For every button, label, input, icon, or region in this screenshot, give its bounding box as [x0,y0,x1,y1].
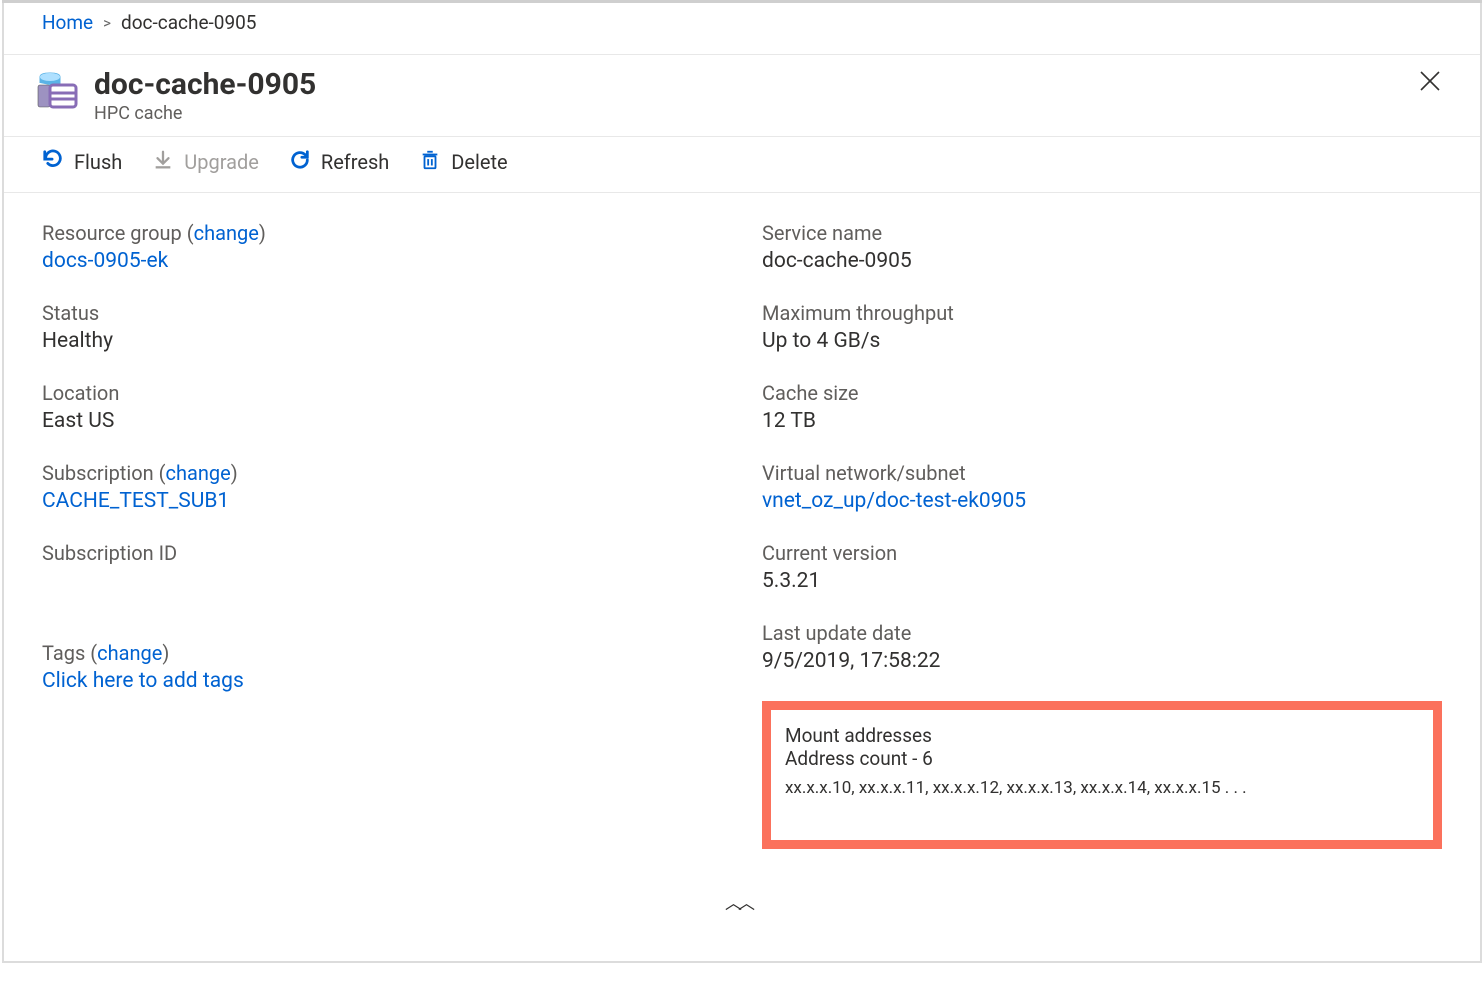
essentials-left-column: Resource group (change) docs-0905-ek Sta… [42,221,722,849]
subscription-field: Subscription (change) CACHE_TEST_SUB1 [42,461,722,513]
subscription-value-link[interactable]: CACHE_TEST_SUB1 [42,489,229,513]
delete-icon [419,149,441,176]
last-update-value: 9/5/2019, 17:58:22 [762,649,1442,673]
upgrade-label: Upgrade [184,150,259,174]
maximum-throughput-field: Maximum throughput Up to 4 GB/s [762,301,1442,353]
last-update-field: Last update date 9/5/2019, 17:58:22 [762,621,1442,673]
delete-label: Delete [451,150,507,174]
virtual-network-value-link[interactable]: vnet_oz_up/doc-test-ek0905 [762,489,1026,513]
chevron-right-icon: > [103,14,111,32]
mount-addresses-label: Mount addresses [785,724,1415,747]
flush-icon [42,149,64,176]
delete-button[interactable]: Delete [419,149,507,176]
breadcrumb: Home > doc-cache-0905 [4,3,1480,55]
add-tags-link[interactable]: Click here to add tags [42,669,244,693]
essentials-right-column: Service name doc-cache-0905 Maximum thro… [762,221,1442,849]
location-value: East US [42,409,722,433]
close-button[interactable] [1418,69,1442,98]
subscription-id-label: Subscription ID [42,541,722,565]
refresh-label: Refresh [321,150,389,174]
flush-button[interactable]: Flush [42,149,122,176]
cache-size-label: Cache size [762,381,1442,405]
current-version-value: 5.3.21 [762,569,1442,593]
page-header: doc-cache-0905 HPC cache [4,55,1480,137]
collapse-essentials-toggle[interactable]: ︿︿ [4,889,1480,914]
flush-label: Flush [74,150,122,174]
breadcrumb-home-link[interactable]: Home [42,11,93,34]
status-field: Status Healthy [42,301,722,353]
tags-field: Tags (change) Click here to add tags [42,641,722,693]
page-subtitle: HPC cache [94,103,1418,124]
chevron-up-icon: ︿ [738,894,759,914]
maximum-throughput-label: Maximum throughput [762,301,1442,325]
cache-size-value: 12 TB [762,409,1442,433]
tags-label: Tags [42,641,85,665]
status-label: Status [42,301,722,325]
subscription-id-field: Subscription ID [42,541,722,565]
mount-addresses-list: xx.x.x.10, xx.x.x.11, xx.x.x.12, xx.x.x.… [785,778,1415,798]
breadcrumb-current: doc-cache-0905 [121,11,256,34]
resource-group-value-link[interactable]: docs-0905-ek [42,249,168,273]
service-name-field: Service name doc-cache-0905 [762,221,1442,273]
location-field: Location East US [42,381,722,433]
overview-essentials: Resource group (change) docs-0905-ek Sta… [4,203,1480,849]
page-title: doc-cache-0905 [94,69,1418,101]
page-container: Home > doc-cache-0905 doc-cache-0905 HPC… [2,3,1482,963]
upgrade-icon [152,149,174,176]
refresh-icon [289,149,311,176]
last-update-label: Last update date [762,621,1442,645]
toolbar: Flush Upgrade Refresh Delete [4,137,1480,193]
current-version-label: Current version [762,541,1442,565]
location-label: Location [42,381,722,405]
close-icon [1418,69,1442,93]
virtual-network-field: Virtual network/subnet vnet_oz_up/doc-te… [762,461,1442,513]
service-name-value: doc-cache-0905 [762,249,1442,273]
resource-group-field: Resource group (change) docs-0905-ek [42,221,722,273]
window-top-divider [2,2,1482,3]
resource-group-label: Resource group [42,221,182,245]
mount-addresses-field: Mount addresses Address count - 6 xx.x.x… [762,701,1442,849]
resource-group-change-link[interactable]: change [194,221,259,245]
upgrade-button: Upgrade [152,149,259,176]
tags-change-link[interactable]: change [97,641,162,665]
maximum-throughput-value: Up to 4 GB/s [762,329,1442,353]
virtual-network-label: Virtual network/subnet [762,461,1442,485]
subscription-label: Subscription [42,461,154,485]
current-version-field: Current version 5.3.21 [762,541,1442,593]
subscription-change-link[interactable]: change [165,461,230,485]
status-value: Healthy [42,329,722,353]
hpc-cache-icon [34,69,80,115]
cache-size-field: Cache size 12 TB [762,381,1442,433]
mount-addresses-count: Address count - 6 [785,747,1415,770]
service-name-label: Service name [762,221,1442,245]
refresh-button[interactable]: Refresh [289,149,389,176]
